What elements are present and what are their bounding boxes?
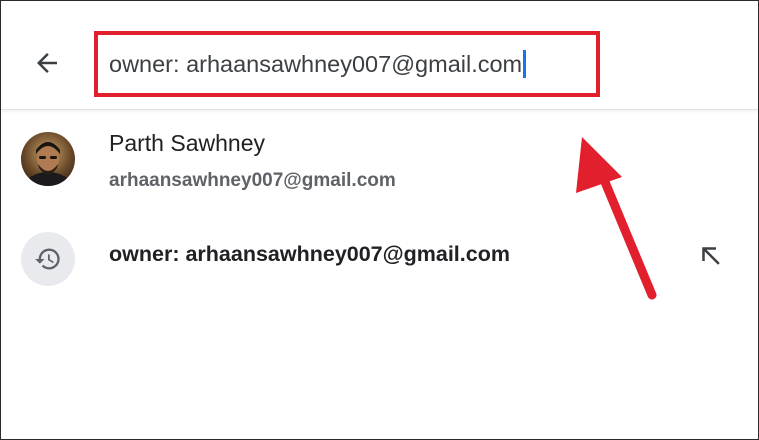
contact-name: Parth Sawhney [109, 130, 265, 156]
text-caret [523, 50, 527, 78]
back-button[interactable] [23, 39, 71, 87]
history-icon-badge [21, 232, 75, 286]
suggestion-contact[interactable]: Parth Sawhney arhaansawhney007@gmail.com [1, 118, 758, 208]
search-app-bar: owner: arhaansawhney007@gmail.com [1, 1, 758, 110]
suggestion-history[interactable]: owner: arhaansawhney007@gmail.com [1, 222, 758, 290]
arrow-left-icon [37, 53, 57, 73]
history-icon [35, 248, 60, 270]
avatar [21, 132, 75, 186]
arrow-up-left-icon [702, 247, 720, 265]
search-field-highlight[interactable]: owner: arhaansawhney007@gmail.com [94, 31, 600, 97]
history-query-text: owner: arhaansawhney007@gmail.com [109, 242, 510, 266]
search-input[interactable]: owner: arhaansawhney007@gmail.com [98, 51, 522, 78]
avatar-image [21, 132, 75, 186]
contact-email: arhaansawhney007@gmail.com [109, 170, 396, 191]
fill-query-button[interactable] [687, 232, 735, 280]
